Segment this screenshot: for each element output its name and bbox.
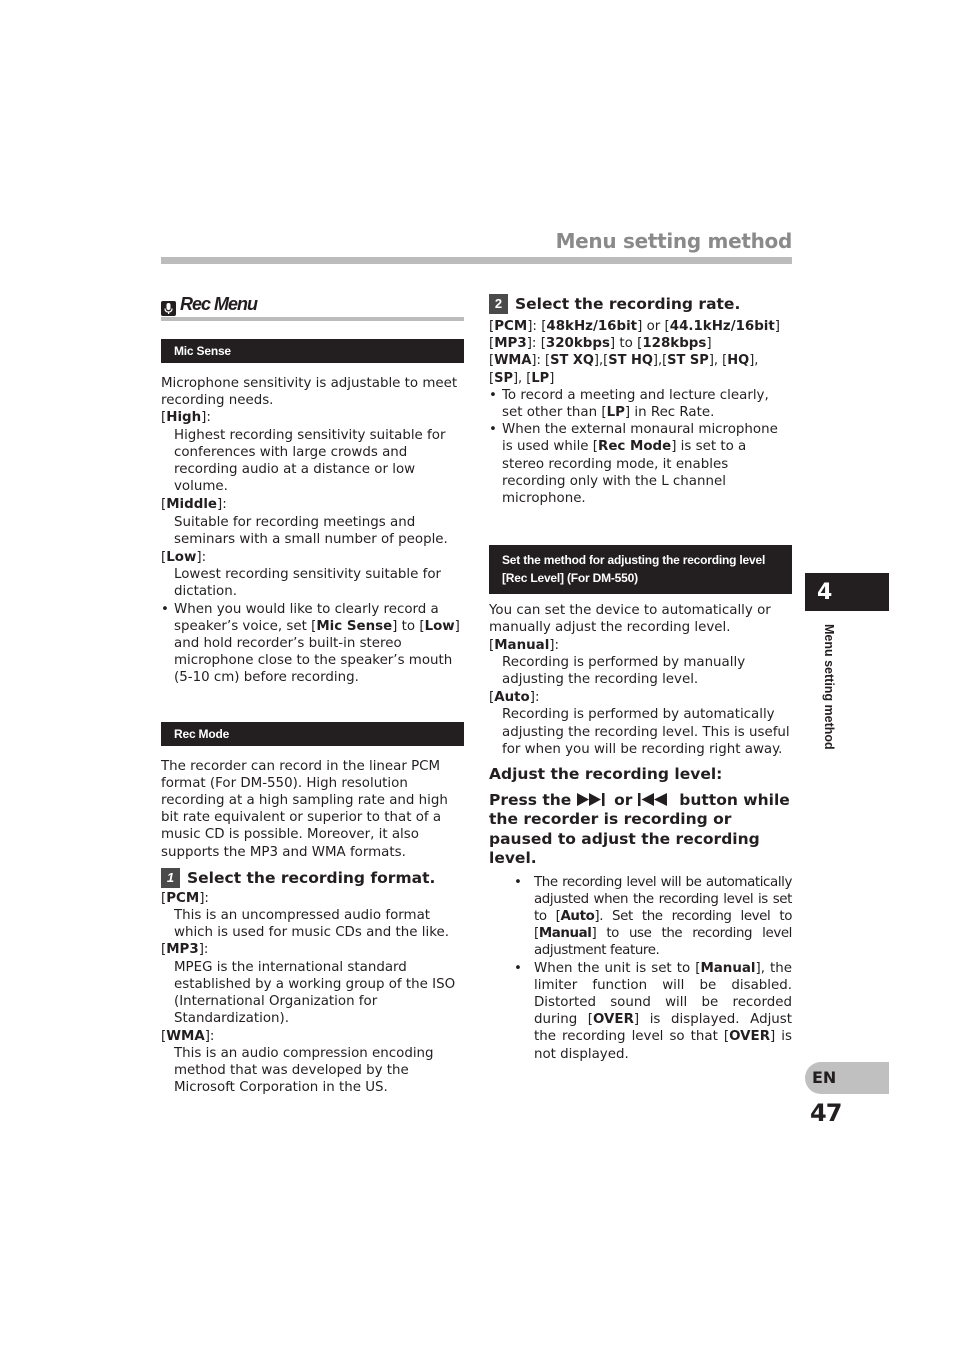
chapter-title-vertical: Menu setting method <box>822 624 836 750</box>
rec-mode-intro: The recorder can record in the linear PC… <box>161 758 448 860</box>
section-mic-sense: Mic Sense <box>161 339 464 363</box>
option-high-label: [High]: <box>161 410 211 426</box>
title-rule <box>161 257 792 264</box>
rec-menu-title: Rec Menu <box>180 294 258 314</box>
option-auto-label: [Auto]: <box>489 690 540 706</box>
option-auto-desc: Recording is performed by automatically … <box>502 707 790 757</box>
format-pcm-desc: This is an uncompressed audio format whi… <box>174 908 449 941</box>
chapter-number-tab: 4 <box>805 573 889 611</box>
rate-wma: [WMA]: [ST XQ],[ST HQ],[ST SP], [HQ], [S… <box>489 353 759 386</box>
format-pcm-label: [PCM]: <box>161 890 209 906</box>
rec-menu-heading: Rec Menu <box>161 294 464 322</box>
press-instruction: Press the or button while the recorder i… <box>489 790 790 868</box>
option-high-desc: Highest recording sensitivity suitable f… <box>174 427 446 495</box>
option-manual-label: [Manual]: <box>489 637 560 653</box>
mic-sense-note: • When you would like to clearly record a… <box>161 601 460 686</box>
rate-mp3: [MP3]: [320kbps] to [128kbps] <box>489 336 712 352</box>
format-wma-desc: This is an audio compression encoding me… <box>174 1045 434 1096</box>
left-column: Rec Menu Mic Sense Microphone sensitivit… <box>161 294 464 1096</box>
option-manual-desc: Recording is performed by manually adjus… <box>502 654 746 688</box>
step-number: 2 <box>489 294 508 314</box>
rec-menu-rule <box>161 317 464 321</box>
rec-level-note-2: • When the unit is set to [Manual], the l… <box>514 960 793 1062</box>
language-tab: EN <box>805 1062 889 1094</box>
rate-note-1: • To record a meeting and lecture clearly… <box>489 387 769 421</box>
step-1: 1 Select the recording format. <box>161 867 464 889</box>
page-number: 47 <box>810 1099 842 1127</box>
rec-level-note-1: • The recording level will be automatical… <box>514 874 792 959</box>
page-title: Menu setting method <box>555 229 793 253</box>
format-mp3-label: [MP3]: <box>161 942 209 958</box>
step-number: 1 <box>161 867 180 888</box>
step-2: 2 Select the recording rate. <box>489 293 792 315</box>
step-label: Select the recording rate. <box>515 295 741 313</box>
rate-note-2: • When the external monaural microphone i… <box>489 422 778 507</box>
fast-forward-icon <box>576 791 609 809</box>
adjust-heading: Adjust the recording level: <box>489 765 723 784</box>
microphone-icon <box>161 301 176 316</box>
rate-pcm: [PCM]: [48kHz/16bit] or [44.1kHz/16bit] <box>489 319 781 334</box>
format-mp3-desc: MPEG is the international standard estab… <box>174 959 456 1027</box>
step-label: Select the recording format. <box>187 868 436 887</box>
mic-sense-intro: Microphone sensitivity is adjustable to … <box>161 376 458 409</box>
option-low-label: [Low]: <box>161 550 207 566</box>
section-rec-level: Set the method for adjusting the recordi… <box>489 545 792 595</box>
option-middle-desc: Suitable for recording meetings and semi… <box>174 514 448 547</box>
rewind-icon <box>637 791 674 809</box>
option-middle-label: [Middle]: <box>161 497 227 513</box>
option-low-desc: Lowest recording sensitivity suitable fo… <box>174 567 442 600</box>
rec-level-intro: You can set the device to automatically … <box>489 603 771 636</box>
rec-level-notes: • The recording level will be automatical… <box>489 874 792 1063</box>
right-column: 2 Select the recording rate. [PCM]: [48k… <box>489 293 792 1063</box>
section-rec-mode: Rec Mode <box>161 721 464 746</box>
format-wma-label: [WMA]: <box>161 1028 215 1044</box>
